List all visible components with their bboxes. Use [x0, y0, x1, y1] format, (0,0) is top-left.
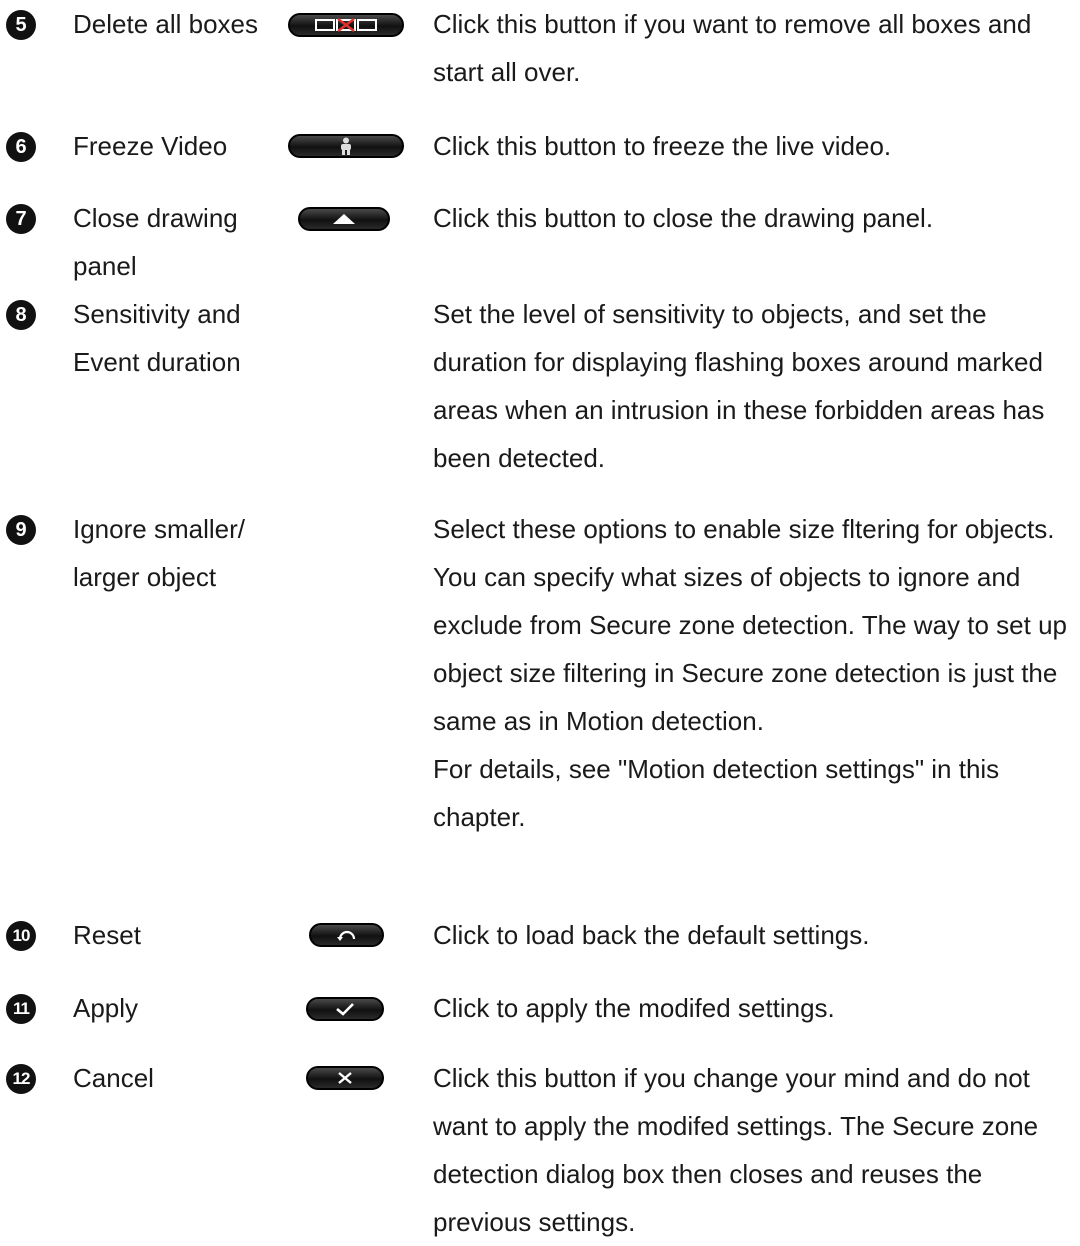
delete-all-boxes-icon: [315, 18, 377, 32]
item-description: Select these options to enable size flte…: [433, 505, 1078, 841]
item-description: Click to apply the modifed settings.: [433, 993, 835, 1023]
freeze-video-icon: [341, 137, 351, 155]
item-description: Click this button to close the drawing p…: [433, 203, 934, 233]
number-badge: 8: [6, 300, 36, 330]
item-name: Ignore smaller/ larger object: [73, 514, 245, 592]
item-description: Click this button if you change your min…: [433, 1063, 1039, 1237]
item-description: Click this button to freeze the live vid…: [433, 131, 892, 161]
apply-button[interactable]: [306, 997, 384, 1021]
item-name: Delete all boxes: [73, 9, 258, 39]
number-badge: 10: [6, 921, 36, 951]
number-badge: 9: [6, 515, 36, 545]
checkmark-icon: [336, 1003, 354, 1016]
item-description: Click to load back the default settings.: [433, 920, 870, 950]
reset-button[interactable]: [309, 923, 384, 947]
close-panel-up-arrow-icon: [333, 214, 355, 224]
item-name: Apply: [73, 993, 139, 1023]
manual-page: 5 Delete all boxes Click this button if …: [0, 0, 1080, 1237]
description-paragraph: Select these options to enable size flte…: [433, 514, 1067, 736]
cancel-button[interactable]: [306, 1066, 384, 1090]
delete-all-boxes-button[interactable]: [288, 13, 404, 37]
item-name: Freeze Video: [73, 131, 228, 161]
description-paragraph-details: For details, see "Motion detection setti…: [433, 754, 1000, 832]
close-drawing-panel-button[interactable]: [298, 207, 390, 231]
item-name: Reset: [73, 920, 141, 950]
item-name: Cancel: [73, 1063, 154, 1093]
reset-icon: [336, 930, 355, 941]
number-badge: 11: [6, 994, 36, 1024]
item-description: Set the level of sensitivity to objects,…: [433, 299, 1045, 473]
number-badge: 6: [6, 132, 36, 162]
freeze-video-button[interactable]: [288, 134, 404, 158]
number-badge: 7: [6, 204, 36, 234]
cancel-x-icon: [338, 1072, 352, 1084]
number-badge: 5: [6, 10, 36, 40]
item-name: Close drawing panel: [73, 203, 238, 281]
item-description: Click this button if you want to remove …: [433, 9, 1032, 87]
item-name: Sensitivity and Event duration: [73, 299, 241, 377]
number-badge: 12: [6, 1064, 36, 1094]
